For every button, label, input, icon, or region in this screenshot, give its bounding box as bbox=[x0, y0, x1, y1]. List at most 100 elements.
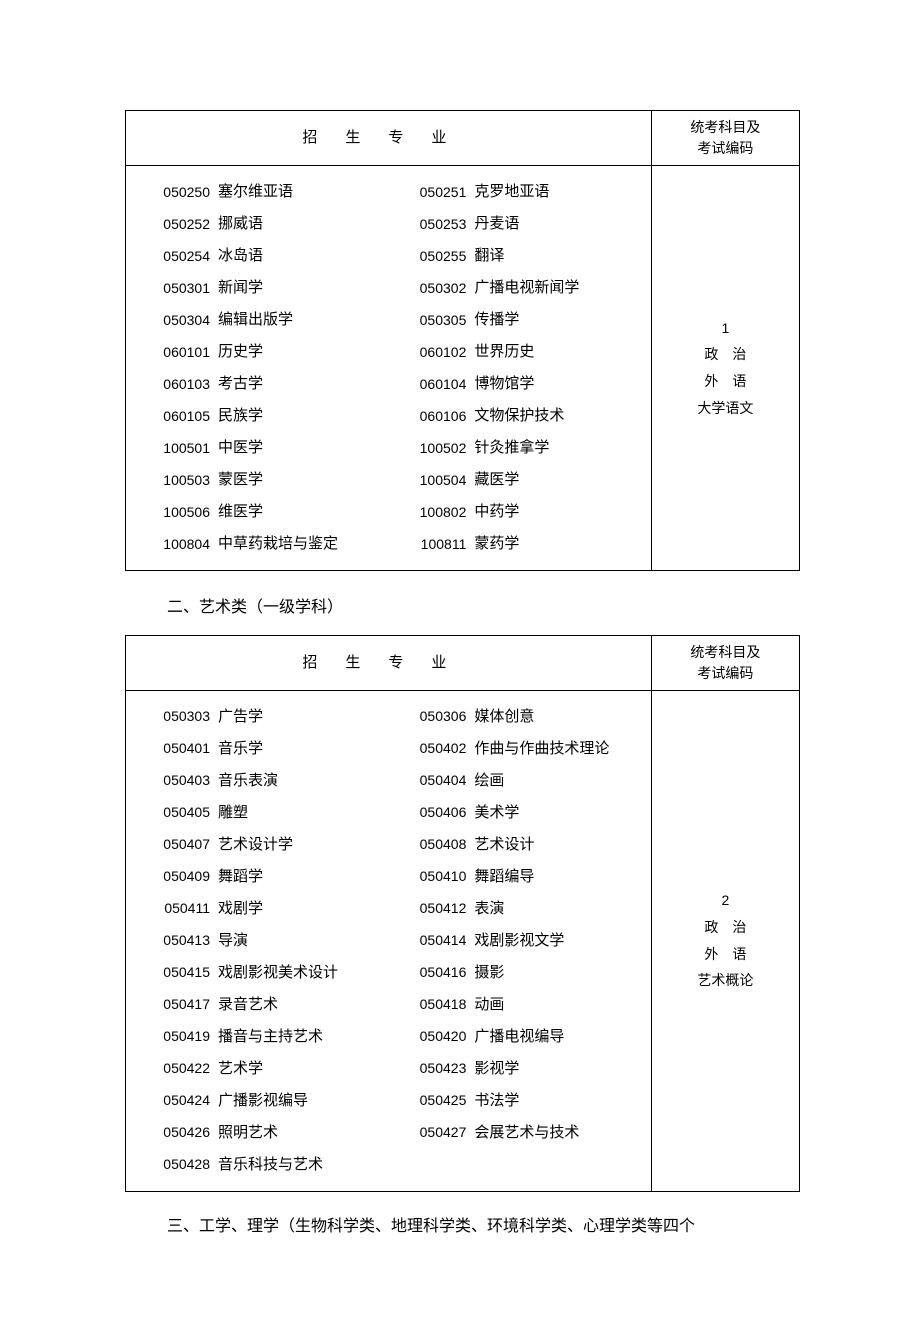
major-code: 100811 bbox=[388, 533, 474, 555]
exam-line: 外 语 bbox=[656, 941, 795, 968]
major-name: 蒙医学 bbox=[218, 468, 388, 492]
major-code: 060106 bbox=[388, 405, 474, 427]
major-item: 050426照明艺术 bbox=[132, 1117, 388, 1149]
major-code: 050407 bbox=[132, 833, 218, 855]
majors-grid-2: 050303广告学050306媒体创意050401音乐学050402作曲与作曲技… bbox=[132, 701, 645, 1181]
majors-table-1: 招生专业 统考科目及 考试编码 050250塞尔维亚语050251克罗地亚语05… bbox=[125, 110, 800, 571]
major-item: 050304编辑出版学 bbox=[132, 304, 388, 336]
major-code: 050411 bbox=[132, 897, 218, 919]
section-3-paragraph: 三、工学、理学（生物科学类、地理科学类、环境科学类、心理学类等四个 bbox=[167, 1214, 800, 1240]
major-name: 摄影 bbox=[474, 961, 644, 985]
major-name: 广播电视编导 bbox=[474, 1025, 644, 1049]
major-code: 050427 bbox=[388, 1121, 474, 1143]
major-code: 050301 bbox=[132, 277, 218, 299]
major-name: 博物馆学 bbox=[474, 372, 644, 396]
major-name: 美术学 bbox=[474, 801, 644, 825]
major-name: 塞尔维亚语 bbox=[218, 180, 388, 204]
major-item: 050302广播电视新闻学 bbox=[388, 272, 644, 304]
major-item: 050253丹麦语 bbox=[388, 208, 644, 240]
major-code: 050428 bbox=[132, 1153, 218, 1175]
major-item: 100802中药学 bbox=[388, 496, 644, 528]
exam-cell-1: 1 政 治 外 语 大学语文 bbox=[651, 166, 799, 571]
major-item: 050425书法学 bbox=[388, 1085, 644, 1117]
major-name: 历史学 bbox=[218, 340, 388, 364]
major-code: 100504 bbox=[388, 469, 474, 491]
major-name: 雕塑 bbox=[218, 801, 388, 825]
major-name: 艺术设计 bbox=[474, 833, 644, 857]
major-name: 丹麦语 bbox=[474, 212, 644, 236]
header-major: 招生专业 bbox=[126, 111, 652, 166]
major-item: 050401音乐学 bbox=[132, 733, 388, 765]
major-name: 编辑出版学 bbox=[218, 308, 388, 332]
major-code: 050250 bbox=[132, 181, 218, 203]
major-item: 060102世界历史 bbox=[388, 336, 644, 368]
major-name: 文物保护技术 bbox=[474, 404, 644, 428]
major-code: 050255 bbox=[388, 245, 474, 267]
major-item: 050409舞蹈学 bbox=[132, 861, 388, 893]
major-code: 050418 bbox=[388, 993, 474, 1015]
exam-line: 外 语 bbox=[656, 368, 795, 395]
major-code: 050305 bbox=[388, 309, 474, 331]
major-name: 舞蹈编导 bbox=[474, 865, 644, 889]
major-item: 050413导演 bbox=[132, 925, 388, 957]
major-code: 050415 bbox=[132, 961, 218, 983]
major-code: 050416 bbox=[388, 961, 474, 983]
major-item: 100506维医学 bbox=[132, 496, 388, 528]
major-name: 新闻学 bbox=[218, 276, 388, 300]
major-code: 100503 bbox=[132, 469, 218, 491]
header-exam-l2: 考试编码 bbox=[697, 140, 753, 156]
major-item: 050407艺术设计学 bbox=[132, 829, 388, 861]
exam-code: 2 bbox=[656, 887, 795, 914]
major-item: 100804中草药栽培与鉴定 bbox=[132, 528, 388, 560]
major-item: 100502针灸推拿学 bbox=[388, 432, 644, 464]
major-code: 050252 bbox=[132, 213, 218, 235]
major-name: 针灸推拿学 bbox=[474, 436, 644, 460]
exam-line: 艺术概论 bbox=[656, 967, 795, 994]
major-item: 060103考古学 bbox=[132, 368, 388, 400]
major-name: 蒙药学 bbox=[474, 532, 644, 556]
major-code: 050419 bbox=[132, 1025, 218, 1047]
header-major-label: 招生专业 bbox=[302, 126, 474, 150]
major-item: 050411戏剧学 bbox=[132, 893, 388, 925]
major-code: 050401 bbox=[132, 737, 218, 759]
major-item: 050415戏剧影视美术设计 bbox=[132, 957, 388, 989]
major-item: 050403音乐表演 bbox=[132, 765, 388, 797]
exam-code: 1 bbox=[656, 315, 795, 342]
major-code: 050420 bbox=[388, 1025, 474, 1047]
major-code: 100502 bbox=[388, 437, 474, 459]
major-item: 050414戏剧影视文学 bbox=[388, 925, 644, 957]
major-name: 戏剧影视文学 bbox=[474, 929, 644, 953]
major-name: 会展艺术与技术 bbox=[474, 1121, 644, 1145]
major-name: 藏医学 bbox=[474, 468, 644, 492]
major-item: 060105民族学 bbox=[132, 400, 388, 432]
major-code: 050409 bbox=[132, 865, 218, 887]
major-name: 考古学 bbox=[218, 372, 388, 396]
major-name: 维医学 bbox=[218, 500, 388, 524]
major-code: 060102 bbox=[388, 341, 474, 363]
major-name: 戏剧影视美术设计 bbox=[218, 961, 388, 985]
major-name: 翻译 bbox=[474, 244, 644, 268]
major-item: 050423影视学 bbox=[388, 1053, 644, 1085]
exam-cell-2: 2 政 治 外 语 艺术概论 bbox=[651, 690, 799, 1191]
major-code: 050254 bbox=[132, 245, 218, 267]
section-2-title: 二、艺术类（一级学科） bbox=[167, 595, 800, 621]
major-code: 050426 bbox=[132, 1121, 218, 1143]
major-name: 照明艺术 bbox=[218, 1121, 388, 1145]
major-item: 050410舞蹈编导 bbox=[388, 861, 644, 893]
major-item: 050408艺术设计 bbox=[388, 829, 644, 861]
major-code: 050402 bbox=[388, 737, 474, 759]
major-item: 050422艺术学 bbox=[132, 1053, 388, 1085]
major-item: 050406美术学 bbox=[388, 797, 644, 829]
major-code: 100802 bbox=[388, 501, 474, 523]
major-name: 艺术设计学 bbox=[218, 833, 388, 857]
major-item: 100501中医学 bbox=[132, 432, 388, 464]
major-item: 050402作曲与作曲技术理论 bbox=[388, 733, 644, 765]
major-item: 100504藏医学 bbox=[388, 464, 644, 496]
major-item: 060106文物保护技术 bbox=[388, 400, 644, 432]
major-code: 050412 bbox=[388, 897, 474, 919]
major-name: 挪威语 bbox=[218, 212, 388, 236]
header-exam-l1: 统考科目及 bbox=[690, 119, 760, 135]
major-name: 绘画 bbox=[474, 769, 644, 793]
major-code: 050414 bbox=[388, 929, 474, 951]
major-code: 050253 bbox=[388, 213, 474, 235]
